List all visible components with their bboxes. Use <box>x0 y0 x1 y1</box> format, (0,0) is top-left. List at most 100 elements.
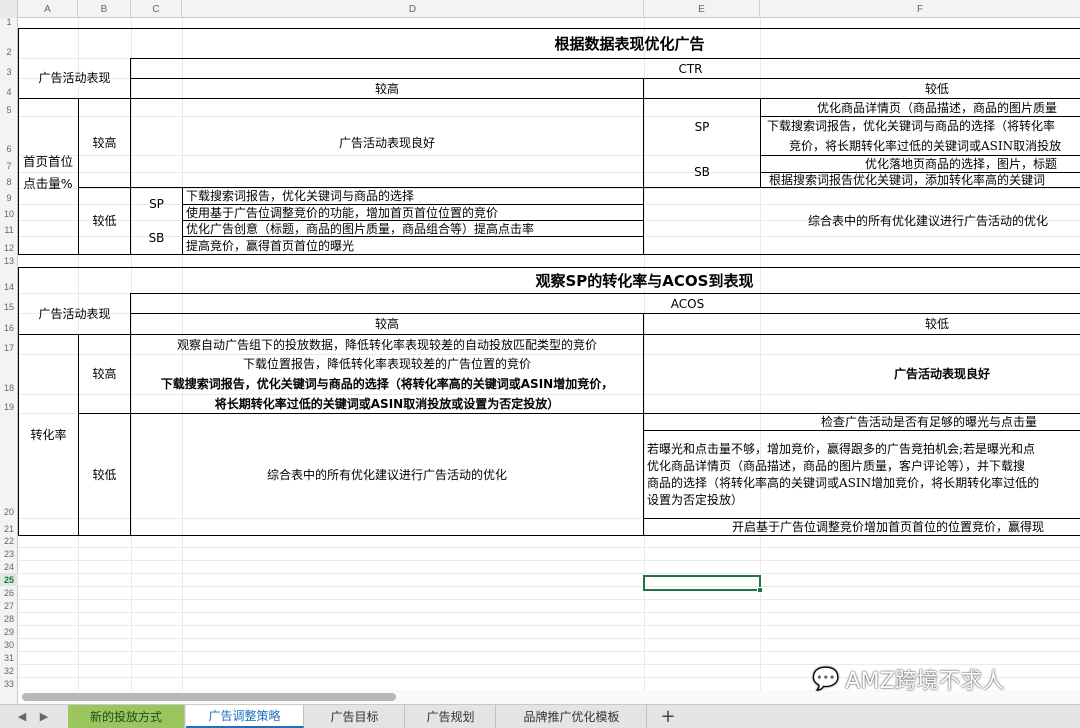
row-header-11[interactable]: 11 <box>0 220 18 236</box>
t2-ll-3: 优化商品详情页（商品描述，商品的图片质量，客户评论等），并下载搜 <box>647 459 1026 473</box>
column-header-a[interactable]: A <box>18 0 78 18</box>
row-header-29[interactable]: 29 <box>0 625 18 638</box>
sheet-tab-new-placement[interactable]: 新的投放方式 <box>68 705 185 728</box>
column-header-f[interactable]: F <box>760 0 1080 18</box>
t2-ll-4: 商品的选择（将转化率高的关键词或ASIN增加竞价，将长期转化率过低的 <box>647 476 1040 490</box>
t2-metric-acos: ACOS <box>670 296 705 311</box>
row-header-21[interactable]: 21 <box>0 518 18 535</box>
row-header-18[interactable]: 18 <box>0 354 18 394</box>
row-header-28[interactable]: 28 <box>0 612 18 625</box>
row-header-7[interactable]: 7 <box>0 155 18 172</box>
t2-ll-6: 开启基于广告位调整竞价增加首页首位的位置竞价，赢得现 <box>732 520 1045 534</box>
row-header-17[interactable]: 17 <box>0 334 18 354</box>
t1-low-header: 较低 <box>924 81 949 96</box>
fill-handle[interactable] <box>757 587 763 593</box>
t1-hl-sp-1: 优化商品详情页（商品描述，商品的图片质量 <box>817 100 1058 115</box>
row-header-5[interactable]: 5 <box>0 98 18 116</box>
row-header-2[interactable]: 2 <box>0 28 18 58</box>
row-header-33[interactable]: 33 <box>0 677 18 690</box>
row-header-6[interactable]: 6 <box>0 116 18 155</box>
t2-hh-1: 观察自动广告组下的投放数据，降低转化率表现较差的自动投放匹配类型的竞价 <box>176 338 597 352</box>
row-header-4[interactable]: 4 <box>0 78 18 98</box>
t2-row-high: 较高 <box>92 367 117 381</box>
row-header-16[interactable]: 16 <box>0 313 18 334</box>
gridline-row-28 <box>18 625 1080 626</box>
t2-top-border <box>18 267 1080 268</box>
t1-metric-ctr: CTR <box>678 61 703 76</box>
t1-top-border <box>18 28 1080 29</box>
tab-scroll-left-icon[interactable]: ◀ <box>12 706 32 726</box>
tab-scroll-right-icon[interactable]: ▶ <box>34 706 54 726</box>
row-header-20[interactable]: 20 <box>0 413 18 518</box>
watermark-text: AMZ跨境不求人 <box>845 669 1005 694</box>
t2-bottom-border <box>18 535 1080 536</box>
row-header-10[interactable]: 10 <box>0 204 18 220</box>
row-header-30[interactable]: 30 <box>0 638 18 651</box>
gridline-row-22 <box>18 547 1080 548</box>
t1-row-high: 较高 <box>92 136 117 150</box>
t1-hl-sb-2: 根据搜索词报告优化关键词，添加转化率高的关键词 <box>769 173 1046 187</box>
column-header-bar: A B C D E F <box>0 0 1080 18</box>
t2-activity-label: 广告活动表现 <box>38 307 111 321</box>
t2-lh-text: 综合表中的所有优化建议进行广告活动的优化 <box>266 467 507 482</box>
column-header-b[interactable]: B <box>78 0 131 18</box>
row-header-9[interactable]: 9 <box>0 188 18 204</box>
t2-ll-2: 若曝光和点击量不够，增加竞价，赢得跟多的广告竞拍机会;若是曝光和点 <box>647 442 1036 456</box>
t2-hh-2: 下载位置报告，降低转化率表现较差的广告位置的竞价 <box>242 357 531 371</box>
row-header-14[interactable]: 14 <box>0 267 18 293</box>
t2-ll-5: 设置为否定投放） <box>647 493 744 507</box>
t1-bottom-border <box>18 254 1080 255</box>
row-header-24[interactable]: 24 <box>0 560 18 573</box>
column-header-e[interactable]: E <box>644 0 760 18</box>
row-header-3[interactable]: 3 <box>0 58 18 78</box>
column-header-d[interactable]: D <box>182 0 644 18</box>
row-header-1[interactable]: 1 <box>0 17 18 28</box>
wechat-icon: 💬 <box>812 666 840 692</box>
row-header-19[interactable]: 19 <box>0 394 18 413</box>
row-header-26[interactable]: 26 <box>0 586 18 599</box>
row-header-8[interactable]: 8 <box>0 172 18 188</box>
t2-hh-4: 将长期转化率过低的关键词或ASIN取消投放或设置为否定投放） <box>214 396 560 411</box>
t2-row-label: 转化率 <box>30 428 67 442</box>
gridline-row-23 <box>18 560 1080 561</box>
row-header-25[interactable]: 25 <box>0 573 18 586</box>
t2-title: 观察SP的转化率与ACOS到表现 <box>535 272 754 290</box>
row-header-13[interactable]: 13 <box>0 254 18 267</box>
row-header-32[interactable]: 32 <box>0 664 18 677</box>
t1-high-header: 较高 <box>374 81 399 96</box>
t1-ll-text: 综合表中的所有优化建议进行广告活动的优化 <box>808 214 1049 228</box>
add-sheet-button[interactable]: + <box>650 705 686 728</box>
t2-hh-3: 下载搜索词报告，优化关键词与商品的选择（将转化率高的关键词或ASIN增加竞价， <box>160 376 614 391</box>
select-all-corner[interactable] <box>0 0 18 18</box>
t2-high-header: 较高 <box>374 317 399 331</box>
row-header-12[interactable]: 12 <box>0 236 18 254</box>
t1-lh-1: 下载搜索词报告，优化关键词与商品的选择 <box>186 189 415 203</box>
active-cell-selection[interactable] <box>643 575 761 591</box>
t1-hl-sp-3: 竞价，将长期转化率过低的关键词或ASIN取消投放 <box>789 138 1062 153</box>
sheet-tab-ad-plan[interactable]: 广告规划 <box>406 705 496 728</box>
row-header-27[interactable]: 27 <box>0 599 18 612</box>
sheet-tab-ad-goal[interactable]: 广告目标 <box>305 705 405 728</box>
sheet-tab-ad-strategy[interactable]: 广告调整策略 <box>186 705 304 728</box>
gridline-row-24 <box>18 573 1080 574</box>
t1-hl-sp-2: 下载搜索词报告，优化关键词与商品的选择（将转化率 <box>767 119 1056 133</box>
t1-title: 根据数据表现优化广告 <box>554 35 705 53</box>
gridline-row-25 <box>18 586 1080 587</box>
t2-line-h <box>643 430 1080 431</box>
t1-lh-4: 提高竞价，赢得首页首位的曝光 <box>186 238 355 253</box>
t2-hl-good: 广告活动表现良好 <box>893 367 990 381</box>
row-header-23[interactable]: 23 <box>0 547 18 560</box>
row-header-31[interactable]: 31 <box>0 651 18 664</box>
row-header-22[interactable]: 22 <box>0 535 18 547</box>
gridline-row-29 <box>18 638 1080 639</box>
sheet-tab-brand-template[interactable]: 品牌推广优化模板 <box>497 705 647 728</box>
gridline-row-30 <box>18 651 1080 652</box>
gridline-row-26 <box>18 599 1080 600</box>
t2-row-low: 较低 <box>92 467 117 482</box>
t1-hl-sp-label: SP <box>694 120 710 134</box>
column-header-c[interactable]: C <box>131 0 182 18</box>
horizontal-scrollbar-thumb[interactable] <box>22 693 396 701</box>
row-header-15[interactable]: 15 <box>0 293 18 313</box>
t1-hh-good: 广告活动表现良好 <box>338 136 435 150</box>
t1-activity-label: 广告活动表现 <box>38 71 111 85</box>
